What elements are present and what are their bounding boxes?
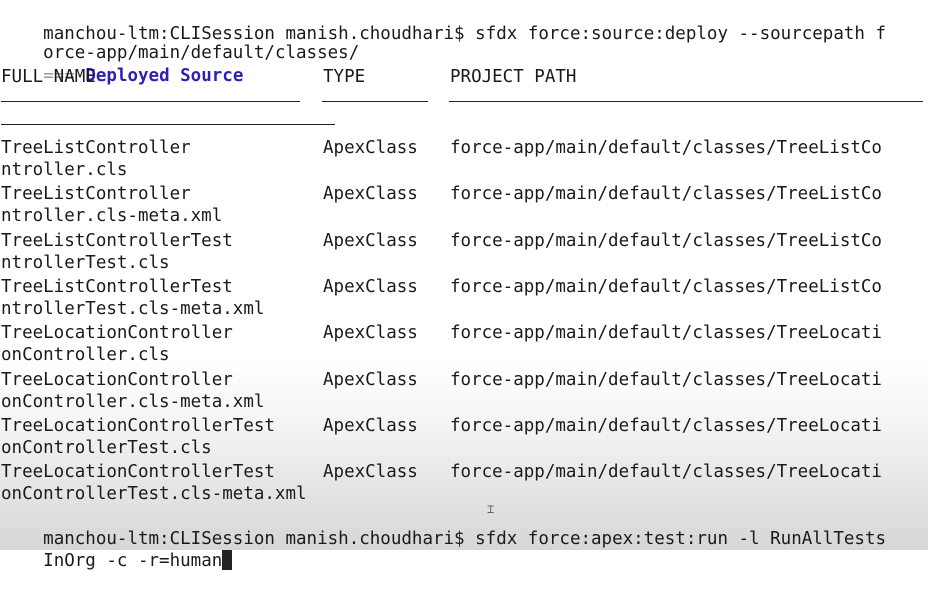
- mouse-ibeam-icon: ⌶: [487, 502, 495, 516]
- cell-project-path: force-app/main/default/classes/TreeLocat…: [450, 323, 882, 343]
- table-row-wrap: ntrollerTest.cls-meta.xml: [1, 298, 264, 321]
- cell-type: ApexClass: [323, 323, 418, 343]
- cell-project-path: force-app/main/default/classes/TreeListC…: [450, 231, 882, 251]
- cell-project-path: force-app/main/default/classes/TreeLocat…: [450, 462, 882, 482]
- table-row: TreeListControllerTest ApexClass force-app…: [1, 276, 927, 299]
- cell-wrapped-continuation: onControllerTest.cls: [1, 438, 212, 458]
- header-underline-path-wrap: [1, 124, 335, 125]
- header-underline-name: [1, 101, 300, 102]
- command-input[interactable]: InOrg -c -r=human: [43, 551, 222, 571]
- cell-full-name: TreeListControllerTest: [1, 277, 233, 297]
- cell-wrapped-continuation: ntrollerTest.cls-meta.xml: [1, 299, 265, 319]
- command-line-test-run-wrap[interactable]: InOrg -c -r=human: [1, 527, 233, 571]
- cell-project-path: force-app/main/default/classes/TreeLocat…: [450, 416, 882, 436]
- table-row: TreeListController ApexClass force-app/mai…: [1, 137, 927, 160]
- cell-wrapped-continuation: ntrollerTest.cls: [1, 253, 170, 273]
- cell-type: ApexClass: [323, 184, 418, 204]
- cell-full-name: TreeLocationControllerTest: [1, 416, 275, 436]
- table-row: TreeListController ApexClass force-app/mai…: [1, 183, 927, 206]
- cell-full-name: TreeListController: [1, 184, 191, 204]
- header-underline-path: [449, 101, 923, 102]
- cell-type: ApexClass: [323, 277, 418, 297]
- table-row-wrap: onController.cls: [1, 344, 170, 367]
- table-row: TreeListControllerTest ApexClass force-app…: [1, 230, 927, 253]
- cell-full-name: TreeLocationController: [1, 323, 233, 343]
- cell-wrapped-continuation: onControllerTest.cls-meta.xml: [1, 484, 307, 504]
- cell-project-path: force-app/main/default/classes/TreeListC…: [450, 184, 882, 204]
- command-line-test-run: manchou-ltm:CLISession manish.choudhari$…: [1, 505, 886, 549]
- cell-wrapped-continuation: ntroller.cls-meta.xml: [1, 206, 223, 226]
- cell-wrapped-continuation: onController.cls: [1, 345, 170, 365]
- column-header-full-name: FULL NAME: [1, 67, 96, 87]
- terminal-window[interactable]: manchou-ltm:CLISession manish.choudhari$…: [0, 0, 928, 571]
- cell-type: ApexClass: [323, 416, 418, 436]
- cell-wrapped-continuation: onController.cls-meta.xml: [1, 392, 265, 412]
- cell-full-name: TreeLocationController: [1, 370, 233, 390]
- column-header-type: TYPE: [323, 67, 366, 87]
- table-row-wrap: onControllerTest.cls: [1, 437, 212, 460]
- section-heading: === Deployed Source: [1, 42, 243, 86]
- cell-type: ApexClass: [323, 231, 418, 251]
- command-line-deploy-wrap: orce-app/main/default/classes/: [1, 19, 359, 63]
- cell-type: ApexClass: [323, 462, 418, 482]
- table-row: TreeLocationControllerTest ApexClass force…: [1, 415, 927, 438]
- table-row-wrap: onControllerTest.cls-meta.xml: [1, 483, 307, 506]
- table-row-wrap: onController.cls-meta.xml: [1, 391, 264, 414]
- cell-project-path: force-app/main/default/classes/TreeListC…: [450, 138, 882, 158]
- table-header-row: FULL NAME TYPE PROJECT PATH: [1, 66, 927, 89]
- table-row: TreeLocationControllerTest ApexClass force…: [1, 461, 927, 484]
- table-row-wrap: ntroller.cls-meta.xml: [1, 205, 222, 228]
- cell-full-name: TreeLocationControllerTest: [1, 462, 275, 482]
- cell-project-path: force-app/main/default/classes/TreeListC…: [450, 277, 882, 297]
- table-row-wrap: ntrollerTest.cls: [1, 252, 170, 275]
- table-row: TreeLocationController ApexClass force-app…: [1, 322, 927, 345]
- table-row: TreeLocationController ApexClass force-app…: [1, 369, 927, 392]
- cell-type: ApexClass: [323, 138, 418, 158]
- header-underline-type: [322, 101, 428, 102]
- table-row-wrap: ntroller.cls: [1, 159, 127, 182]
- text-cursor: [222, 550, 233, 570]
- column-header-project-path: PROJECT PATH: [450, 67, 577, 87]
- cell-project-path: force-app/main/default/classes/TreeLocat…: [450, 370, 882, 390]
- cell-wrapped-continuation: ntroller.cls: [1, 160, 128, 180]
- cell-full-name: TreeListController: [1, 138, 191, 158]
- cell-full-name: TreeListControllerTest: [1, 231, 233, 251]
- cell-type: ApexClass: [323, 370, 418, 390]
